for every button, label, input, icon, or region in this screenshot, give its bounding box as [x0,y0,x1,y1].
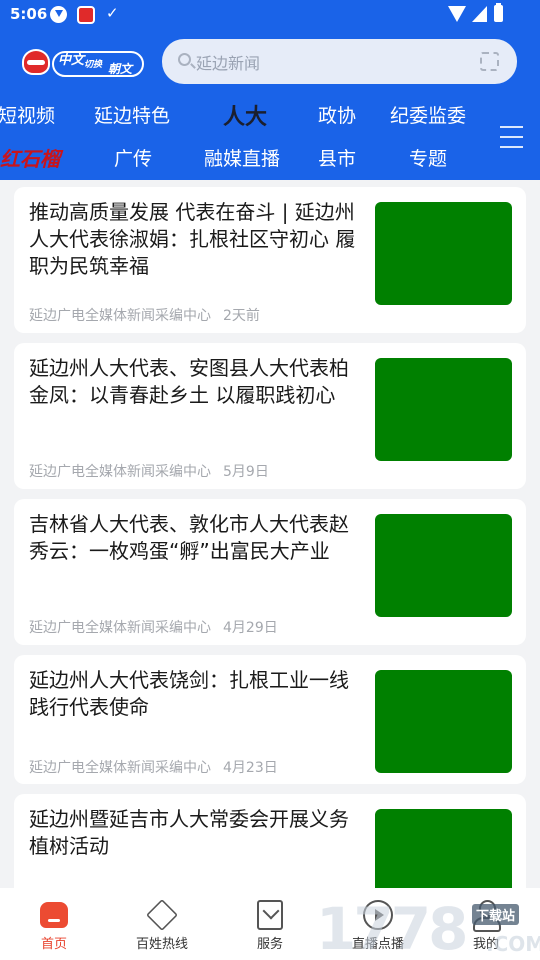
news-meta: 延边广电全媒体新闻采编中心 2天前 [29,305,260,325]
news-feed[interactable]: 推动高质量发展 代表在奋斗 | 延边州人大代表徐淑娟：扎根社区守初心 履职为民筑… [0,180,540,888]
news-date: 4月23日 [223,760,278,776]
tab-guangchuan[interactable]: 广传 [114,144,152,171]
news-card[interactable]: 推动高质量发展 代表在奋斗 | 延边州人大代表徐淑娟：扎根社区守初心 履职为民筑… [14,187,526,333]
news-date: 4月29日 [223,620,278,636]
channel-menu-icon[interactable] [500,126,523,149]
tab-counties[interactable]: 县市 [318,144,356,171]
watermark-tag: 下载站 [472,904,520,925]
news-title: 延边州暨延吉市人大常委会开展义务植树活动 [29,807,349,858]
news-thumbnail [375,514,512,617]
watermark-number: 1778 [316,895,468,960]
news-card[interactable]: 延边州人大代表饶剑：扎根工业一线 践行代表使命 延边广电全媒体新闻采编中心 4月2… [14,655,526,784]
news-title: 吉林省人大代表、敦化市人大代表赵秀云：一枚鸡蛋“孵”出富民大产业 [29,512,349,563]
search-placeholder: 延边新闻 [196,54,261,73]
news-date: 2天前 [223,308,260,324]
tab-zhengxie[interactable]: 政协 [318,101,356,128]
tab-short-video[interactable]: 短视频 [0,101,55,128]
site-watermark: 1778 下载站 .COM [316,898,540,960]
news-thumbnail [375,809,512,888]
nav-service[interactable]: 服务 [216,888,324,960]
search-bar[interactable]: 延边新闻 [162,39,517,84]
news-meta: 延边广电全媒体新闻采编中心 4月29日 [29,617,278,637]
nav-hotline[interactable]: 百姓热线 [108,888,216,960]
tab-media-live[interactable]: 融媒直播 [204,144,280,171]
news-source: 延边广电全媒体新闻采编中心 [29,620,211,636]
watermark-suffix: .COM [486,932,540,956]
tab-renda[interactable]: 人大 [223,99,267,131]
news-source: 延边广电全媒体新闻采编中心 [29,760,211,776]
app-notification-icon [77,6,95,24]
status-time: 5:06 [10,5,48,23]
signal-icon [472,6,487,22]
scan-icon[interactable] [480,52,499,71]
news-source: 延边广电全媒体新闻采编中心 [29,308,211,324]
nav-home[interactable]: 首页 [0,888,108,960]
news-source: 延边广电全媒体新闻采编中心 [29,464,211,480]
tab-jiwei-jianwei[interactable]: 纪委监委 [390,101,466,128]
status-bar: 5:06 ✓ [0,0,540,30]
nav-home-label: 首页 [40,937,67,952]
check-icon: ✓ [106,4,119,22]
logo-chinese-label: 中文 [58,53,85,68]
news-card[interactable]: 延边州暨延吉市人大常委会开展义务植树活动 [14,794,526,888]
service-icon [257,900,283,930]
tab-red-pomegranate[interactable]: 红石榴 [0,143,60,172]
nav-service-label: 服务 [256,937,283,952]
home-icon [40,902,68,928]
tab-topics[interactable]: 专题 [409,144,447,171]
news-thumbnail [375,670,512,773]
news-date: 5月9日 [223,464,269,480]
wifi-icon [448,6,466,22]
news-meta: 延边广电全媒体新闻采编中心 4月23日 [29,757,278,777]
news-card[interactable]: 延边州人大代表、安图县人大代表柏金凤：以青春赴乡土 以履职践初心 延边广电全媒体… [14,343,526,489]
station-emblem-icon [22,49,50,75]
logo-switch-label: 切换 [84,60,103,70]
news-thumbnail [375,358,512,461]
search-icon [178,53,191,66]
hotline-icon [146,899,178,931]
news-meta: 延边广电全媒体新闻采编中心 5月9日 [29,461,269,481]
logo-korean-label: 朝文 [108,62,133,76]
language-switch-logo[interactable]: 中文 切换 朝文 [22,45,146,81]
download-icon [50,6,67,23]
news-title: 延边州人大代表、安图县人大代表柏金凤：以青春赴乡土 以履职践初心 [29,356,349,407]
news-title: 推动高质量发展 代表在奋斗 | 延边州人大代表徐淑娟：扎根社区守初心 履职为民筑… [29,200,356,278]
app-header: 5:06 ✓ 中文 切换 朝文 延边新闻 短视频 延边特色 人大 政协 纪委监委… [0,0,540,180]
battery-icon [494,3,503,22]
news-card[interactable]: 吉林省人大代表、敦化市人大代表赵秀云：一枚鸡蛋“孵”出富民大产业 延边广电全媒体… [14,499,526,645]
tab-yanbian-feature[interactable]: 延边特色 [94,101,170,128]
news-title: 延边州人大代表饶剑：扎根工业一线 践行代表使命 [29,668,349,719]
nav-hotline-label: 百姓热线 [135,937,188,952]
news-thumbnail [375,202,512,305]
